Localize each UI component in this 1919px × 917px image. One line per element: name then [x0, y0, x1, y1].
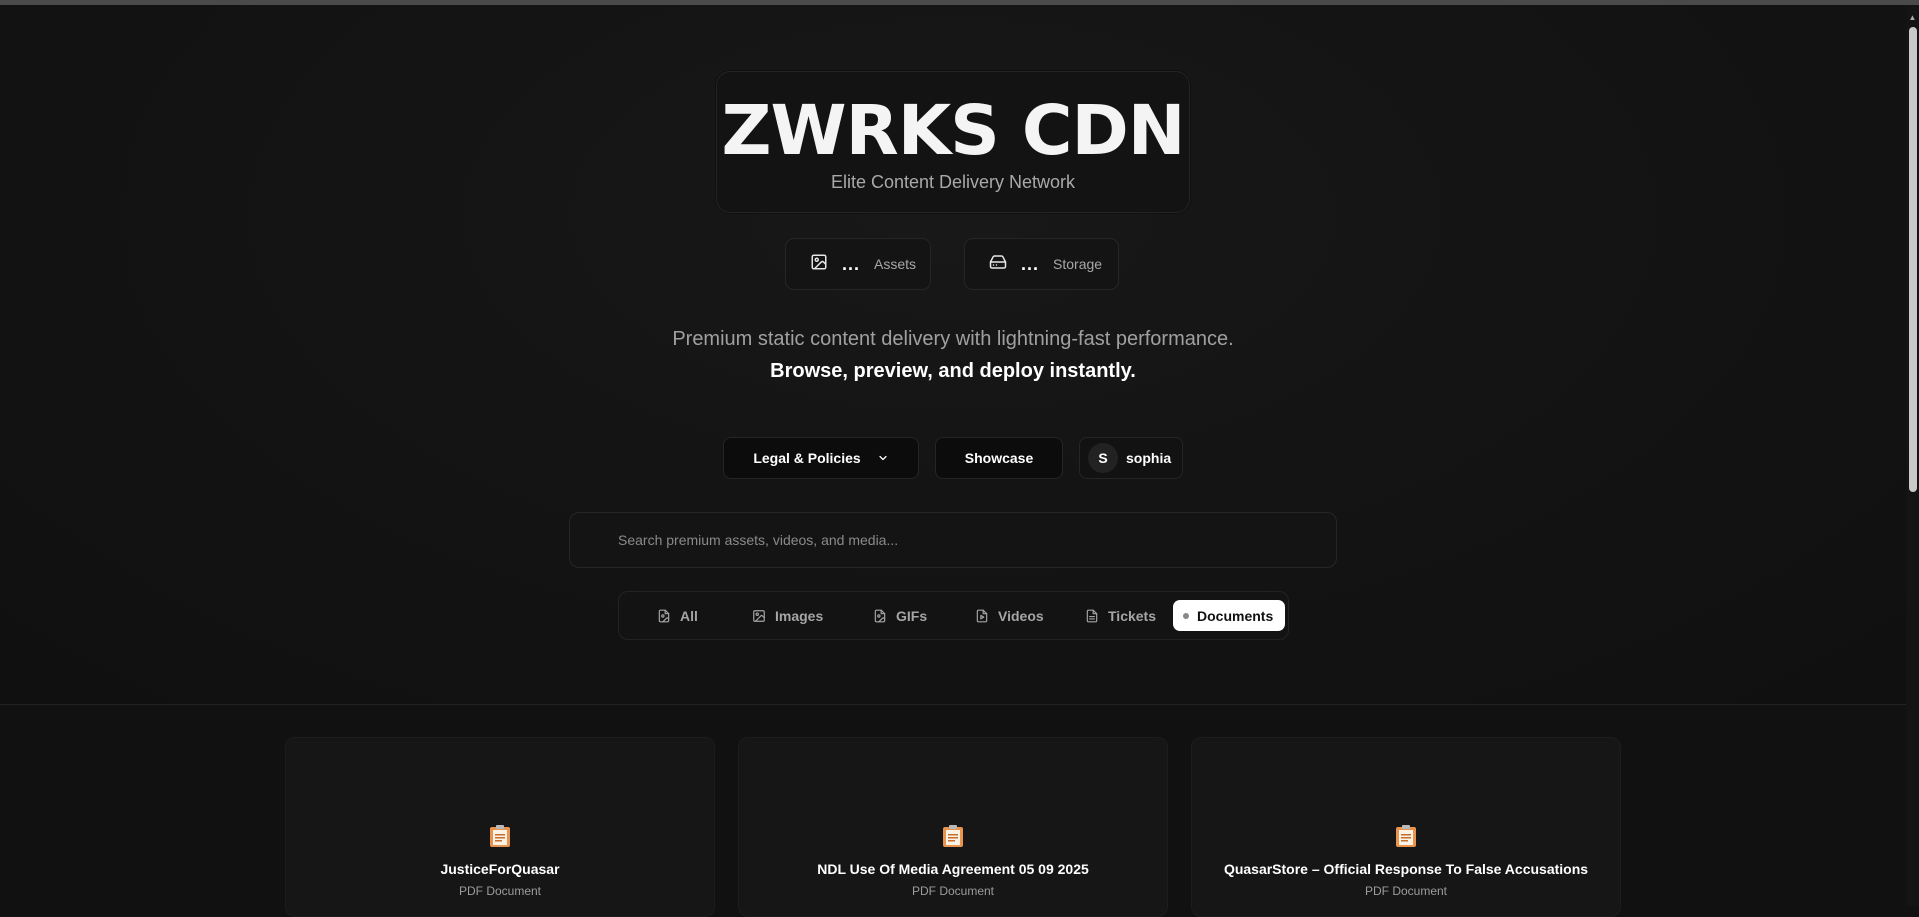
legal-policies-dropdown[interactable]: Legal & Policies [723, 437, 919, 479]
document-type: PDF Document [1364, 884, 1448, 898]
tab-videos[interactable]: Videos [975, 600, 1044, 631]
document-card[interactable]: NDL Use Of Media Agreement 05 09 2025 PD… [738, 737, 1168, 917]
document-type: PDF Document [458, 884, 542, 898]
tab-gifs[interactable]: GIFs [873, 600, 927, 631]
tagline-secondary: Browse, preview, and deploy instantly. [770, 360, 1136, 382]
clipboard-document-icon [943, 825, 963, 847]
document-card[interactable]: QuasarStore – Official Response To False… [1191, 737, 1621, 917]
avatar: S [1088, 443, 1118, 473]
scroll-up-icon[interactable]: ▲ [1908, 13, 1917, 23]
user-menu-button[interactable]: S sophia [1079, 437, 1183, 479]
file-image-icon [658, 609, 670, 622]
storage-stat: ... Storage [964, 238, 1119, 290]
legal-policies-label: Legal & Policies [753, 450, 861, 466]
tab-images[interactable]: Images [752, 600, 823, 631]
page-title: ZWRKS CDN [721, 91, 1185, 171]
storage-label: Storage [1053, 256, 1103, 272]
document-type: PDF Document [911, 884, 995, 898]
document-name: QuasarStore – Official Response To False… [1223, 861, 1589, 877]
tagline-primary: Premium static content delivery with lig… [672, 328, 1234, 350]
clipboard-document-icon [1396, 825, 1416, 847]
storage-amount: ... [1021, 253, 1040, 274]
assets-count: ... [842, 253, 861, 274]
scrollbar[interactable]: ▲ [1906, 5, 1919, 906]
filter-tabs: All Images GIFs Videos Tickets Documents [618, 591, 1289, 640]
tab-tickets[interactable]: Tickets [1085, 600, 1156, 631]
document-name: NDL Use Of Media Agreement 05 09 2025 [817, 861, 1089, 877]
hard-drive-icon [989, 253, 1007, 276]
tab-tickets-label: Tickets [1108, 607, 1156, 624]
file-image-icon [874, 609, 886, 622]
document-card[interactable]: JusticeForQuasar PDF Document [285, 737, 715, 917]
tab-gifs-label: GIFs [896, 607, 928, 624]
image-icon [753, 609, 765, 622]
tab-images-label: Images [775, 607, 824, 624]
tab-documents[interactable]: Documents [1173, 600, 1286, 631]
tab-all-label: All [680, 607, 698, 624]
file-video-icon [976, 609, 988, 622]
search-input[interactable] [616, 531, 1336, 549]
assets-label: Assets [874, 256, 917, 272]
image-icon [810, 253, 828, 276]
tab-videos-label: Videos [998, 607, 1044, 624]
user-name: sophia [1126, 450, 1172, 466]
chevron-down-icon [879, 455, 887, 461]
scrollbar-thumb[interactable] [1909, 27, 1917, 492]
showcase-label: Showcase [964, 450, 1034, 466]
showcase-button[interactable]: Showcase [935, 437, 1063, 479]
search-bar[interactable] [569, 512, 1337, 568]
dot-icon [1183, 612, 1189, 619]
tab-all[interactable]: All [657, 600, 698, 631]
brand-card: ZWRKS CDN Elite Content Delivery Network [716, 71, 1190, 213]
assets-stat: ... Assets [785, 238, 931, 290]
page-subtitle: Elite Content Delivery Network [830, 172, 1076, 192]
document-name: JusticeForQuasar [440, 861, 560, 877]
clipboard-document-icon [490, 825, 510, 847]
tab-documents-label: Documents [1197, 607, 1274, 624]
file-text-icon [1086, 609, 1098, 622]
